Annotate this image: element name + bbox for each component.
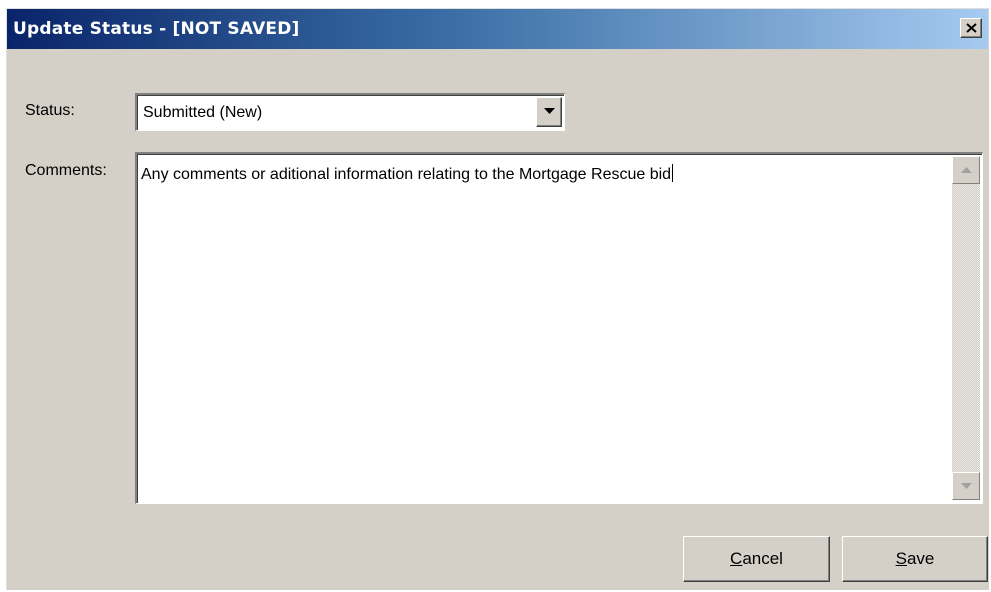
- save-label-rest: ave: [906, 549, 935, 568]
- cancel-button[interactable]: Cancel: [683, 536, 830, 582]
- title-bar[interactable]: Update Status - [NOT SAVED]: [7, 9, 988, 49]
- status-selected-value: Submitted (New): [143, 104, 263, 121]
- cancel-mnemonic: C: [730, 549, 743, 568]
- status-label: Status:: [25, 102, 75, 119]
- comments-value: Any comments or aditional information re…: [141, 166, 672, 183]
- chevron-down-icon: [544, 108, 555, 114]
- comments-label: Comments:: [25, 162, 107, 179]
- scroll-up-arrow-icon: [961, 167, 972, 173]
- comments-text: Any comments or aditional information re…: [141, 164, 674, 184]
- scroll-down-button[interactable]: [952, 472, 980, 500]
- scroll-up-button[interactable]: [952, 156, 980, 184]
- scroll-down-arrow-icon: [961, 483, 972, 489]
- text-caret: [672, 164, 674, 182]
- window-title: Update Status - [NOT SAVED]: [13, 19, 300, 39]
- comments-textarea[interactable]: Any comments or aditional information re…: [135, 152, 983, 504]
- vertical-scrollbar[interactable]: [952, 156, 980, 500]
- save-mnemonic: S: [895, 549, 907, 568]
- cancel-label-rest: ancel: [742, 549, 783, 568]
- dropdown-button[interactable]: [536, 97, 562, 127]
- save-button[interactable]: Save: [842, 536, 988, 582]
- close-icon: [966, 23, 977, 33]
- update-status-dialog: Update Status - [NOT SAVED] Status: Subm…: [6, 8, 989, 590]
- close-button[interactable]: [960, 18, 982, 38]
- status-dropdown[interactable]: Submitted (New): [135, 93, 565, 131]
